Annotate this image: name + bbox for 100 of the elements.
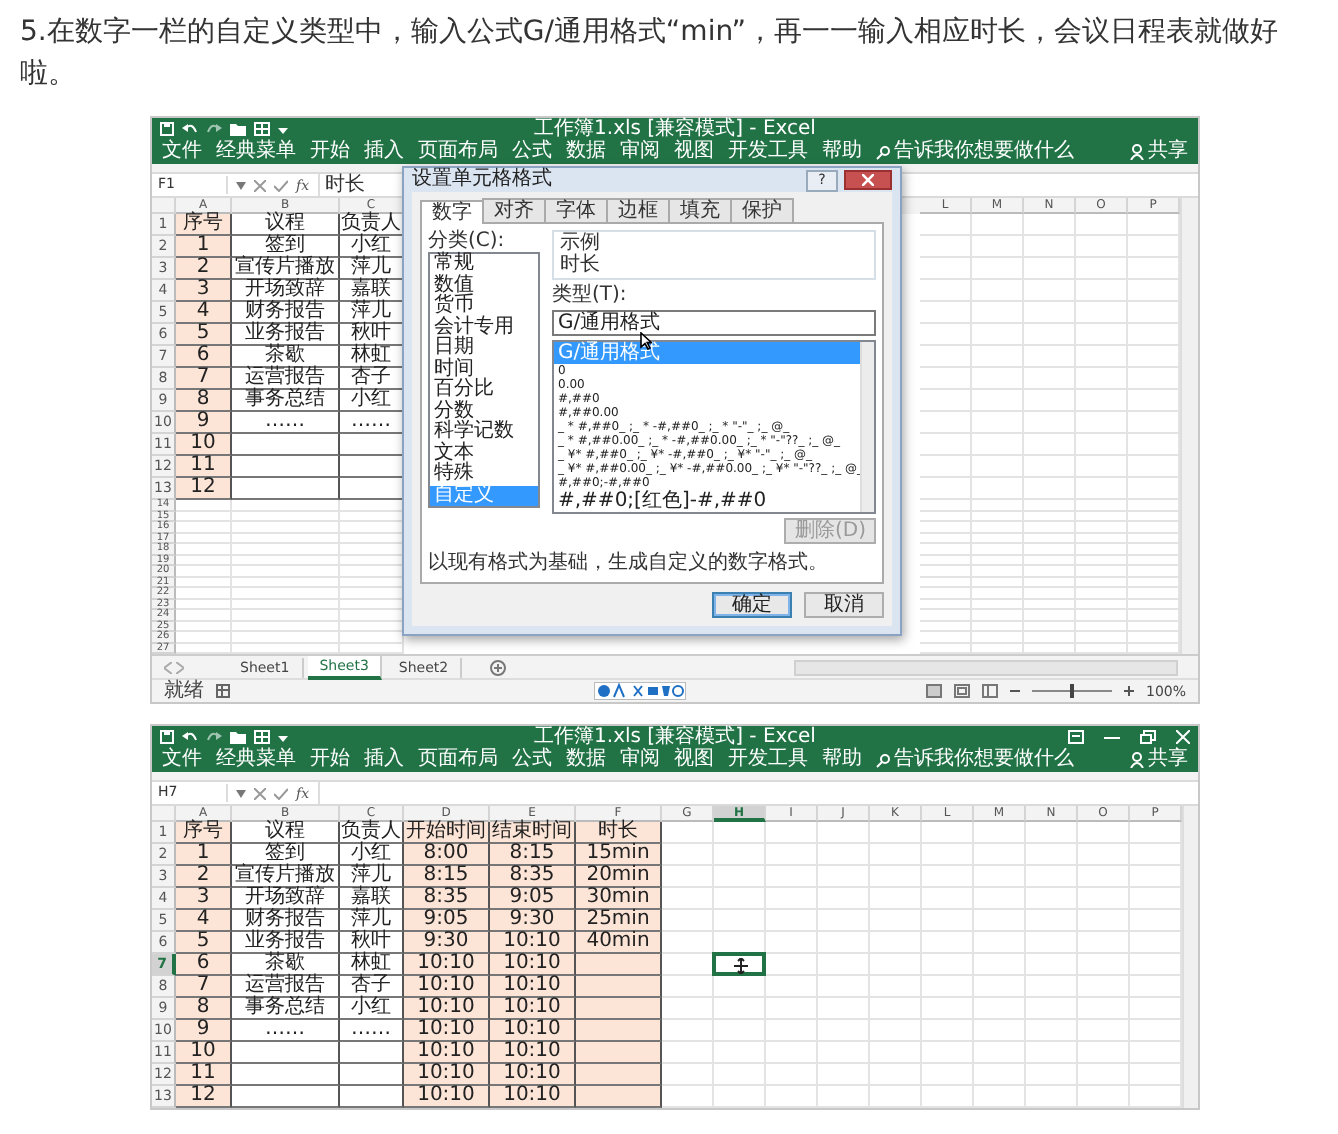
ribbon-tab[interactable]: 视图 bbox=[674, 140, 714, 164]
dialog-tab[interactable]: 字体 bbox=[544, 198, 608, 222]
table-cell: 序号 bbox=[176, 822, 232, 844]
check-icon[interactable] bbox=[274, 179, 288, 191]
format-item[interactable]: #,##0;[红色]-#,##0 bbox=[554, 490, 860, 512]
ribbon-tab[interactable]: 审阅 bbox=[620, 748, 660, 772]
folder-icon[interactable] bbox=[230, 730, 246, 744]
caret-icon[interactable] bbox=[236, 789, 246, 797]
ribbon-tab[interactable]: 帮助 bbox=[822, 140, 862, 164]
ribbon-tab[interactable]: 数据 bbox=[566, 140, 606, 164]
ribbon-tab[interactable]: 开发工具 bbox=[728, 748, 808, 772]
ribbon-tab[interactable]: 经典菜单 bbox=[216, 748, 296, 772]
table-cell: 9:30 bbox=[404, 932, 490, 954]
category-item[interactable]: 常规 bbox=[430, 254, 538, 275]
share-button[interactable]: 共享 bbox=[1130, 140, 1188, 164]
ribbon-tab[interactable]: 帮助 bbox=[822, 748, 862, 772]
grid-icon[interactable] bbox=[254, 122, 270, 136]
ribbon-tab[interactable]: 页面布局 bbox=[418, 140, 498, 164]
redo-icon[interactable] bbox=[206, 122, 222, 136]
save-icon[interactable] bbox=[160, 730, 174, 744]
ribbon-tab[interactable]: 开始 bbox=[310, 748, 350, 772]
category-item[interactable]: 特殊 bbox=[430, 464, 538, 485]
category-item[interactable]: 日期 bbox=[430, 338, 538, 359]
cancel-icon[interactable] bbox=[254, 787, 266, 799]
ribbon-tab[interactable]: 视图 bbox=[674, 748, 714, 772]
table-cell: 10:10 bbox=[404, 1020, 490, 1042]
table-cell: 8:35 bbox=[404, 888, 490, 910]
category-item[interactable]: 会计专用 bbox=[430, 317, 538, 338]
category-item[interactable]: 分数 bbox=[430, 401, 538, 422]
tell-me-search[interactable]: 告诉我你想要做什么 bbox=[876, 748, 1074, 772]
close-icon[interactable] bbox=[1176, 730, 1190, 744]
horizontal-scrollbar[interactable] bbox=[794, 659, 1178, 675]
category-item[interactable]: 科学记数 bbox=[430, 422, 538, 443]
table-cell bbox=[1076, 258, 1128, 280]
category-item[interactable]: 百分比 bbox=[430, 380, 538, 401]
vertical-scrollbar[interactable] bbox=[1180, 198, 1198, 654]
table-cell bbox=[1024, 368, 1076, 390]
caret-icon[interactable] bbox=[278, 730, 288, 744]
table-cell bbox=[974, 954, 1026, 976]
share-button[interactable]: 共享 bbox=[1130, 748, 1188, 772]
table-cell: 9:05 bbox=[490, 888, 576, 910]
check-icon[interactable] bbox=[274, 787, 288, 799]
category-item[interactable]: 文本 bbox=[430, 443, 538, 464]
undo-icon[interactable] bbox=[182, 730, 198, 744]
dialog-button[interactable]: 取消 bbox=[804, 592, 884, 618]
ribbon-tab[interactable]: 数据 bbox=[566, 748, 606, 772]
slider-thumb[interactable] bbox=[1069, 684, 1074, 698]
input-toolbar-drawing[interactable] bbox=[594, 682, 686, 700]
table-cell bbox=[1078, 844, 1130, 866]
normal-view-icon[interactable] bbox=[925, 684, 942, 698]
cancel-icon[interactable] bbox=[254, 179, 266, 191]
close-button[interactable] bbox=[844, 170, 892, 190]
restore-icon[interactable] bbox=[1140, 730, 1156, 744]
macro-icon[interactable] bbox=[216, 684, 230, 698]
category-item[interactable]: 时间 bbox=[430, 359, 538, 380]
add-sheet-icon[interactable] bbox=[490, 659, 507, 675]
page-layout-icon[interactable] bbox=[953, 684, 970, 698]
ribbon-tab[interactable]: 插入 bbox=[364, 140, 404, 164]
ribbon-tab[interactable]: 开发工具 bbox=[728, 140, 808, 164]
category-item[interactable]: 货币 bbox=[430, 296, 538, 317]
caret-icon[interactable] bbox=[278, 122, 288, 136]
dialog-tab[interactable]: 保护 bbox=[730, 198, 794, 222]
ribbon-tab[interactable]: 经典菜单 bbox=[216, 140, 296, 164]
table-cell: 时长 bbox=[576, 822, 662, 844]
table-cell bbox=[232, 434, 340, 456]
table-cell bbox=[1026, 1064, 1078, 1086]
category-item[interactable]: 数值 bbox=[430, 275, 538, 296]
redo-icon[interactable] bbox=[206, 730, 222, 744]
ribbon-tab[interactable]: 审阅 bbox=[620, 140, 660, 164]
dialog-tab[interactable]: 对齐 bbox=[482, 198, 546, 222]
ribbon-tab[interactable]: 开始 bbox=[310, 140, 350, 164]
table-cell bbox=[1026, 998, 1078, 1020]
ribbon-tab[interactable]: 公式 bbox=[512, 748, 552, 772]
grid-icon[interactable] bbox=[254, 730, 270, 744]
vertical-scrollbar[interactable] bbox=[1182, 806, 1198, 1108]
ribbon-tab[interactable]: 文件 bbox=[162, 748, 202, 772]
ribbon-tab[interactable]: 公式 bbox=[512, 140, 552, 164]
tell-me-search[interactable]: 告诉我你想要做什么 bbox=[876, 140, 1074, 164]
dialog-button[interactable]: 确定 bbox=[712, 592, 792, 618]
table-cell: 8:15 bbox=[490, 844, 576, 866]
ribbon-tab[interactable]: 文件 bbox=[162, 140, 202, 164]
dialog-tab[interactable]: 数字 bbox=[420, 200, 484, 224]
type-input[interactable]: G/通用格式 bbox=[552, 310, 876, 336]
zoom-out-icon[interactable] bbox=[1009, 686, 1020, 696]
list-scrollbar[interactable] bbox=[860, 342, 874, 512]
save-icon[interactable] bbox=[160, 122, 174, 136]
table-cell: 开始时间 bbox=[404, 822, 490, 844]
page-break-icon[interactable] bbox=[981, 684, 998, 698]
dialog-tab[interactable]: 填充 bbox=[668, 198, 732, 222]
table-cell bbox=[714, 866, 766, 888]
ribbon-tab[interactable]: 插入 bbox=[364, 748, 404, 772]
ribbon-display-icon[interactable] bbox=[1068, 730, 1084, 744]
ribbon-tab[interactable]: 页面布局 bbox=[418, 748, 498, 772]
caret-icon[interactable] bbox=[236, 181, 246, 189]
dialog-tab[interactable]: 边框 bbox=[606, 198, 670, 222]
table-cell: 40min bbox=[576, 932, 662, 954]
zoom-in-icon[interactable] bbox=[1123, 686, 1134, 696]
undo-icon[interactable] bbox=[182, 122, 198, 136]
table-cell bbox=[920, 324, 972, 346]
folder-icon[interactable] bbox=[230, 122, 246, 136]
